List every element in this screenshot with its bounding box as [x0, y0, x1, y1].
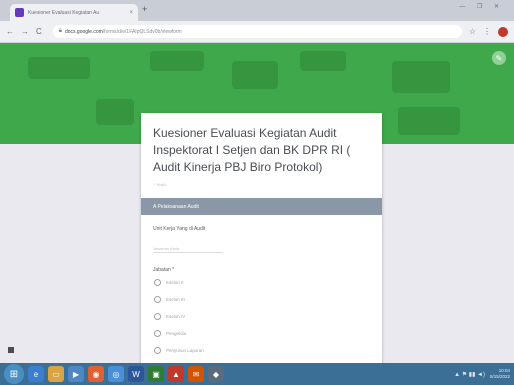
radio-option[interactable]: Eselon IV — [154, 313, 185, 320]
taskbar-app-excel[interactable]: ▣ — [148, 366, 164, 382]
radio-button[interactable] — [154, 330, 161, 337]
scroll-marker — [8, 347, 14, 353]
question-label-jabatan: Jabatan * — [153, 267, 175, 273]
back-icon[interactable]: ← — [6, 27, 14, 36]
clock-date: 8/15/2022 — [489, 374, 510, 379]
media-player-icon: ▶ — [72, 369, 80, 379]
radio-button[interactable] — [154, 347, 161, 354]
radio-option[interactable]: Eselon II — [154, 279, 184, 286]
folder-icon: ▭ — [52, 369, 60, 379]
required-note: * Wajib — [154, 182, 167, 187]
tray-icons[interactable]: ▲ ⚑ ▮▮ ◄) — [454, 371, 485, 378]
radio-button[interactable] — [154, 279, 161, 286]
banner-decoration — [300, 51, 346, 71]
taskbar-app-ie[interactable]: e — [28, 366, 44, 382]
lock-icon: 🔒︎ — [58, 28, 62, 34]
taskbar-app-word[interactable]: W — [128, 366, 144, 382]
option-label: Eselon II — [166, 280, 184, 285]
pdf-icon: ▲ — [172, 369, 180, 379]
word-icon: W — [132, 369, 140, 379]
page-viewport: ✎ Kuesioner Evaluasi Kegiatan Audit Insp… — [0, 43, 514, 363]
banner-decoration — [398, 107, 460, 135]
system-tray: ▲ ⚑ ▮▮ ◄) 10:04 8/15/2022 — [454, 368, 510, 380]
mail-icon: ✉ — [192, 369, 200, 379]
chrome-icon: ◎ — [112, 369, 120, 379]
excel-icon: ▣ — [152, 369, 160, 379]
browser-toolbar: ← → C 🔒︎ docs.google.com/forms/d/e/1FAIp… — [0, 21, 514, 43]
taskbar-app-pdf[interactable]: ▲ — [168, 366, 184, 382]
address-bar[interactable]: 🔒︎ docs.google.com/forms/d/e/1FAIpQLSdv0… — [52, 25, 462, 38]
option-label: Penyusun Laporan — [166, 348, 204, 353]
url-text: docs.google.com/forms/d/e/1FAIpQLSdv0b/v… — [64, 28, 182, 35]
taskbar-app-mail[interactable]: ✉ — [188, 366, 204, 382]
banner-decoration — [150, 51, 204, 71]
bookmark-star-icon[interactable]: ☆ — [469, 27, 476, 36]
windows-taskbar: ⊞ e ▭ ▶ ◉ ◎ W ▣ ▲ ✉ ◆ ▲ ⚑ ▮▮ ◄) 10:04 8/… — [0, 363, 514, 385]
form-title: Kuesioner Evaluasi Kegiatan Audit Inspek… — [153, 126, 351, 174]
tab-title: Kuesioner Evaluasi Kegiatan Au — [28, 9, 100, 16]
forward-icon[interactable]: → — [21, 27, 29, 36]
option-label: Eselon III — [166, 297, 185, 302]
banner-decoration — [392, 61, 450, 93]
new-tab-button[interactable]: + — [142, 5, 147, 14]
banner-decoration — [28, 57, 90, 79]
taskbar-app-media[interactable]: ▶ — [68, 366, 84, 382]
banner-decoration — [232, 61, 278, 89]
reload-icon[interactable]: C — [36, 27, 42, 36]
option-label: Eselon IV — [166, 314, 186, 319]
section-title: A Pelaksanaan Audit — [153, 203, 199, 210]
radio-option[interactable]: Penyusun Laporan — [154, 347, 204, 354]
radio-button[interactable] — [154, 313, 161, 320]
radio-button[interactable] — [154, 296, 161, 303]
profile-avatar[interactable] — [498, 26, 508, 37]
google-forms-icon — [15, 8, 24, 17]
taskbar-app-explorer[interactable]: ▭ — [48, 366, 64, 382]
radio-option[interactable]: Pengelola — [154, 330, 186, 337]
close-tab-icon[interactable]: × — [129, 10, 133, 16]
browser-tabstrip: Kuesioner Evaluasi Kegiatan Au × + — ❐ ✕ — [0, 0, 514, 21]
taskbar-app-chrome[interactable]: ◎ — [108, 366, 124, 382]
firefox-icon: ◉ — [92, 369, 100, 379]
option-label: Pengelola — [166, 331, 187, 336]
edit-icon[interactable]: ✎ — [492, 51, 506, 65]
taskbar-app-firefox[interactable]: ◉ — [88, 366, 104, 382]
section-header: A Pelaksanaan Audit — [141, 198, 382, 215]
ie-icon: e — [33, 369, 39, 379]
browser-tab[interactable]: Kuesioner Evaluasi Kegiatan Au × — [10, 4, 138, 21]
form-card: Kuesioner Evaluasi Kegiatan Audit Inspek… — [141, 113, 382, 363]
banner-decoration — [96, 99, 134, 125]
question-label-unit: Unit Kerja Yang di Audit — [153, 226, 206, 232]
start-button[interactable]: ⊞ — [4, 364, 24, 384]
taskbar-app-misc[interactable]: ◆ — [208, 366, 224, 382]
window-controls[interactable]: — ❐ ✕ — [459, 3, 504, 10]
radio-option[interactable]: Eselon III — [154, 296, 185, 303]
clock[interactable]: 10:04 8/15/2022 — [490, 368, 510, 380]
menu-icon[interactable]: ⋮ — [483, 27, 491, 36]
app-icon: ◆ — [212, 369, 220, 379]
unit-answer-input[interactable]: Jawaban Anda — [153, 246, 223, 253]
